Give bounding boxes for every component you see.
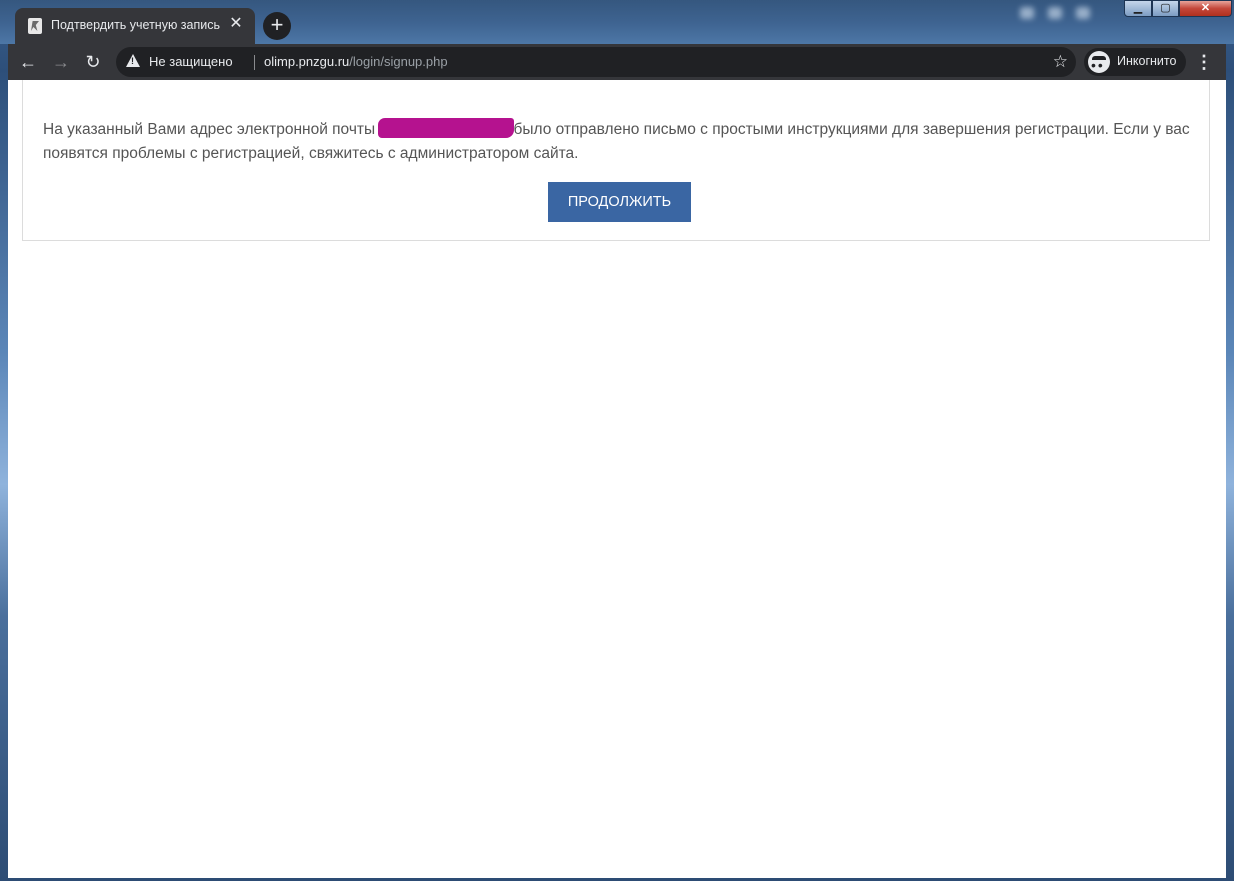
window-controls: ▁ ▢ ✕ <box>1124 0 1232 17</box>
reload-icon[interactable]: ↻ <box>79 48 107 76</box>
message-text-start: На указанный Вами адрес электронной почт… <box>43 121 380 138</box>
browser-toolbar: ← → ↻ Не защищено olimp.pnzgu.ru/login/s… <box>8 44 1226 80</box>
confirmation-message: На указанный Вами адрес электронной почт… <box>43 118 1193 166</box>
site-favicon-icon <box>28 18 42 34</box>
continue-button[interactable]: ПРОДОЛЖИТЬ <box>548 182 691 222</box>
url-text[interactable]: olimp.pnzgu.ru/login/signup.php <box>264 54 448 69</box>
url-host: olimp.pnzgu.ru <box>264 54 350 69</box>
address-separator <box>254 55 255 70</box>
menu-kebab-icon[interactable]: ⋮ <box>1194 48 1214 76</box>
browser-titlebar: Подтвердить учетную запись ✕ + ▁ ▢ ✕ <box>0 0 1234 44</box>
redacted-email <box>379 119 514 137</box>
tab-close-icon[interactable]: ✕ <box>228 16 244 32</box>
blurred-profile-area <box>1020 6 1120 24</box>
back-arrow-icon[interactable]: ← <box>14 48 42 76</box>
close-window-button[interactable]: ✕ <box>1179 0 1232 17</box>
url-path: /login/signup.php <box>349 54 448 69</box>
incognito-label: Инкогнито <box>1117 54 1177 68</box>
new-tab-button[interactable]: + <box>263 12 291 40</box>
incognito-icon <box>1088 51 1110 73</box>
minimize-button[interactable]: ▁ <box>1124 0 1152 17</box>
tab-title: Подтвердить учетную запись <box>51 18 221 32</box>
address-bar[interactable]: Не защищено olimp.pnzgu.ru/login/signup.… <box>116 47 1076 77</box>
warning-icon[interactable] <box>126 54 140 67</box>
incognito-badge[interactable]: Инкогнито <box>1084 48 1186 76</box>
page-viewport: На указанный Вами адрес электронной почт… <box>8 80 1226 878</box>
maximize-button[interactable]: ▢ <box>1152 0 1179 17</box>
security-label[interactable]: Не защищено <box>149 54 233 69</box>
star-icon[interactable]: ☆ <box>1053 51 1068 73</box>
forward-arrow-icon[interactable]: → <box>47 48 75 76</box>
confirmation-card: На указанный Вами адрес электронной почт… <box>22 80 1210 241</box>
browser-tab[interactable]: Подтвердить учетную запись ✕ <box>15 8 255 44</box>
